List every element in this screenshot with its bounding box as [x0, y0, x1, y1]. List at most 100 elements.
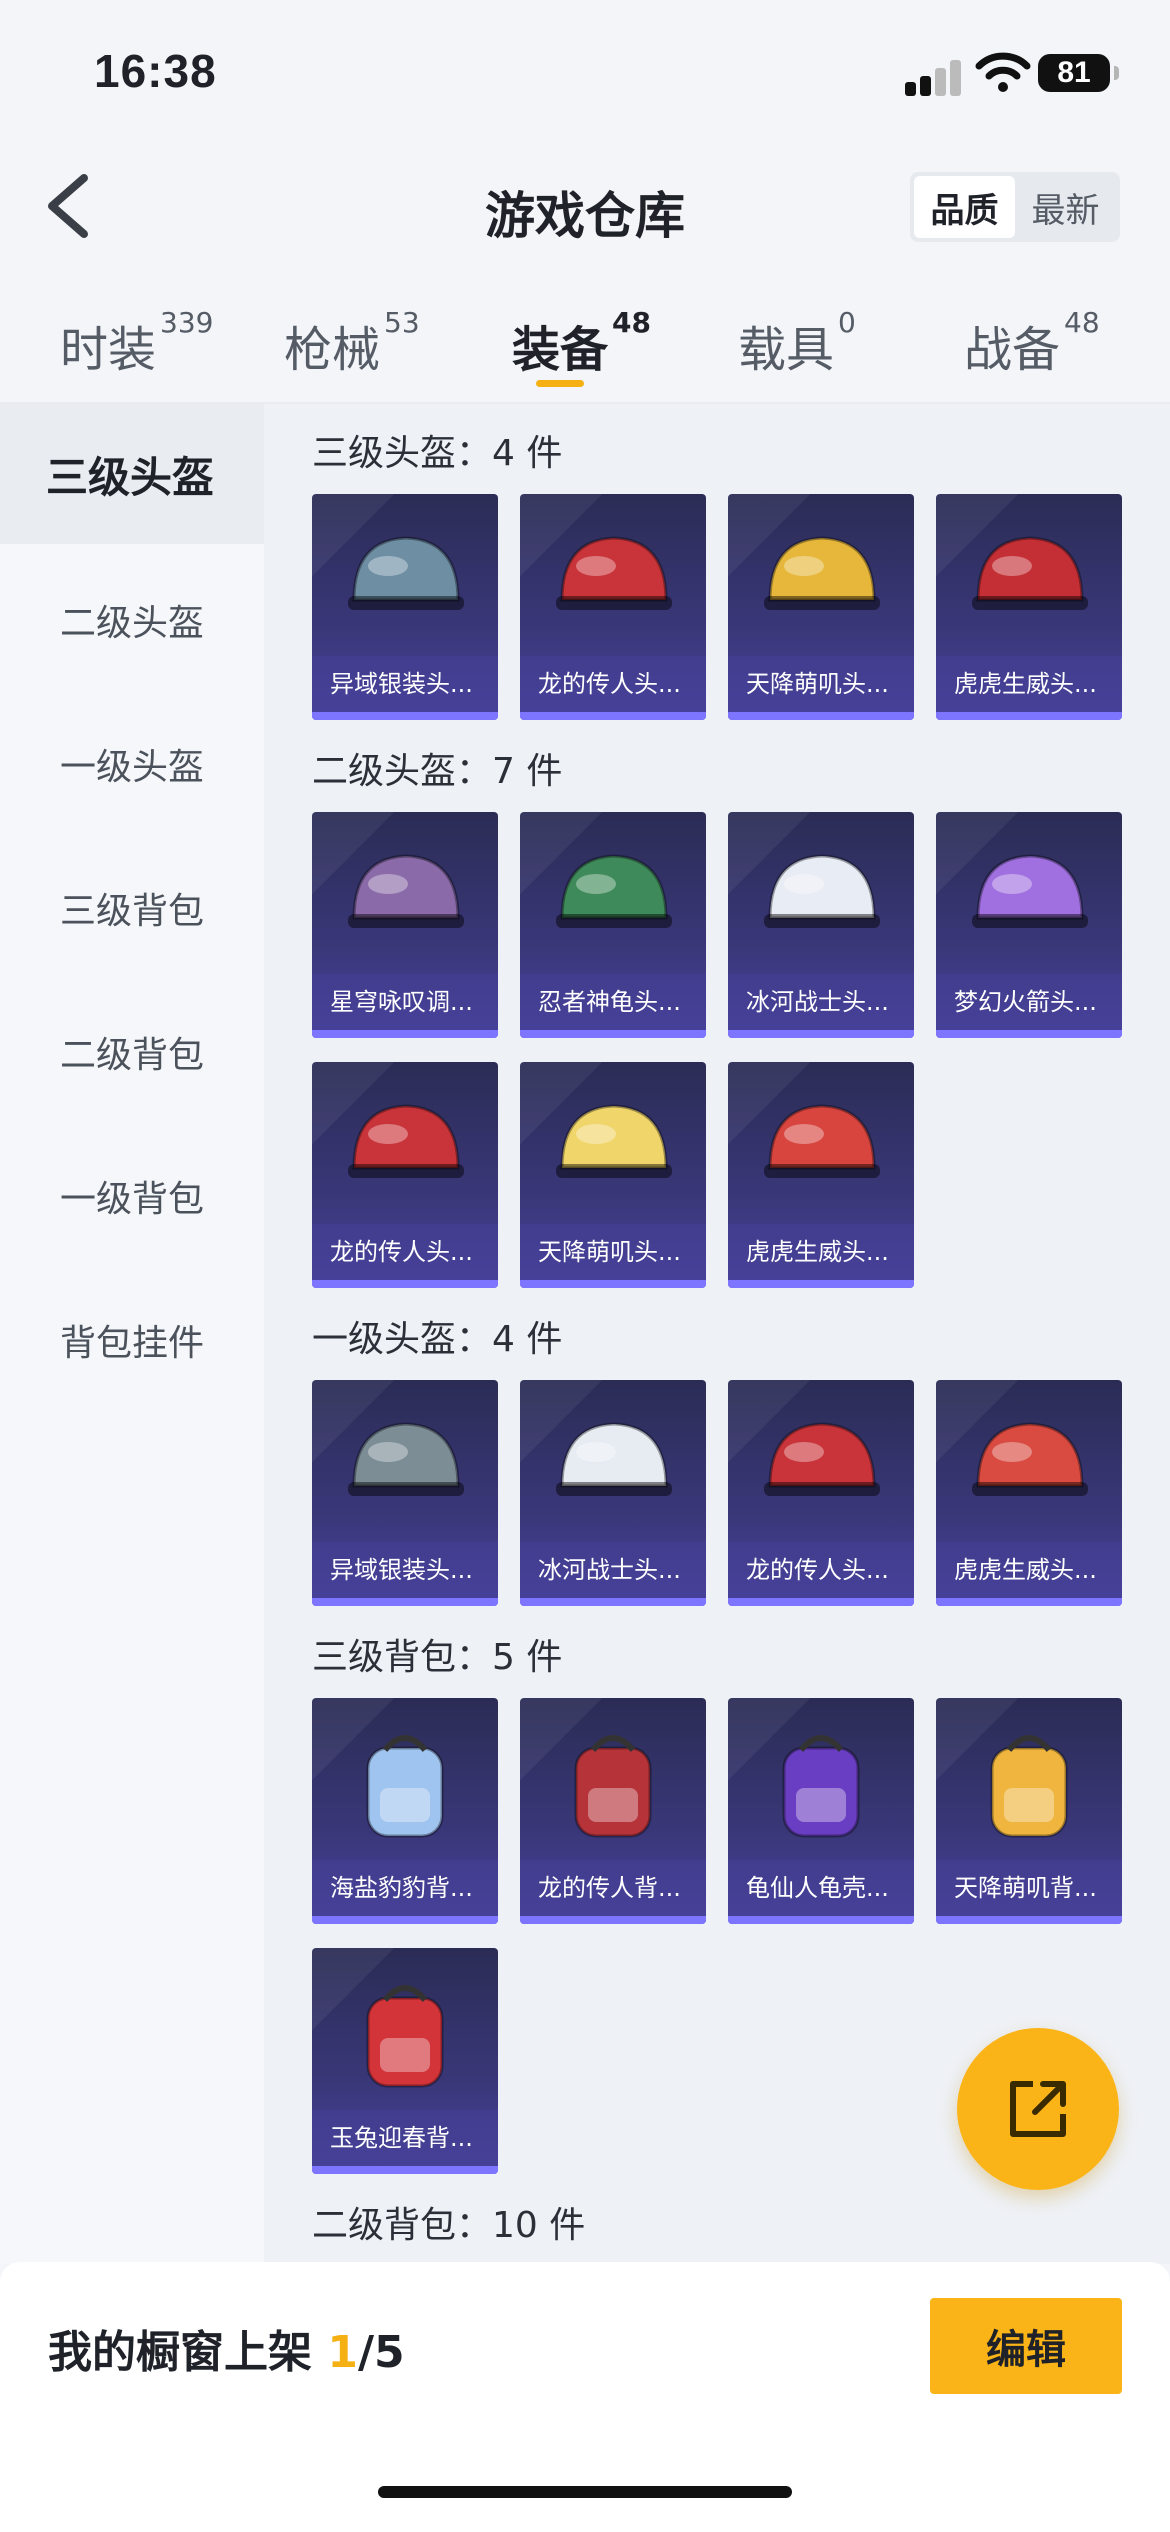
- item-card[interactable]: 龙的传人头...: [312, 1062, 498, 1288]
- item-name: 龙的传人头...: [520, 656, 706, 712]
- item-card[interactable]: 虎虎生威头...: [728, 1062, 914, 1288]
- item-name: 星穹咏叹调...: [312, 974, 498, 1030]
- rarity-bar: [728, 1030, 914, 1038]
- rarity-bar: [520, 1598, 706, 1606]
- item-card[interactable]: 虎虎生威头...: [936, 494, 1122, 720]
- battery-icon: 81: [1038, 54, 1119, 92]
- side-item-level3-helmet[interactable]: 三级头盔: [0, 404, 264, 544]
- item-card[interactable]: 冰河战士头...: [728, 812, 914, 1038]
- item-card[interactable]: 虎虎生威头...: [936, 1380, 1122, 1606]
- side-item-level1-backpack[interactable]: 一级背包: [0, 1126, 264, 1266]
- rarity-bar: [728, 712, 914, 720]
- item-name: 龙的传人头...: [312, 1224, 498, 1280]
- rarity-bar: [312, 1598, 498, 1606]
- item-card[interactable]: 梦幻火箭头...: [936, 812, 1122, 1038]
- helmet-icon: [556, 1422, 672, 1496]
- item-card[interactable]: 异域银装头...: [312, 494, 498, 720]
- rarity-bar: [520, 712, 706, 720]
- category-tabs: 时装 339 枪械 53 装备 48 载具 0 战备 48: [0, 300, 1170, 400]
- status-time: 16:38: [94, 45, 217, 97]
- item-name: 天降萌叽头...: [728, 656, 914, 712]
- item-name: 冰河战士头...: [520, 1542, 706, 1598]
- rarity-bar: [312, 712, 498, 720]
- item-card[interactable]: 异域银装头...: [312, 1380, 498, 1606]
- item-card[interactable]: 龙的传人背...: [520, 1698, 706, 1924]
- item-name: 龙的传人头...: [728, 1542, 914, 1598]
- home-indicator[interactable]: [378, 2486, 792, 2498]
- share-icon: [1010, 2081, 1066, 2137]
- rarity-bar: [312, 1280, 498, 1288]
- rarity-bar: [312, 1916, 498, 1924]
- item-name: 龟仙人龟壳...: [728, 1860, 914, 1916]
- item-grid: 三级头盔：4 件 二级头盔：7 件 一级头盔：4 件 三级背包：5 件 二级背包…: [264, 404, 1170, 2264]
- item-card[interactable]: 天降萌叽头...: [728, 494, 914, 720]
- active-tab-indicator: [536, 380, 584, 387]
- item-card[interactable]: 天降萌叽背...: [936, 1698, 1122, 1924]
- edit-button[interactable]: 编辑: [930, 2298, 1122, 2394]
- helmet-icon: [556, 536, 672, 610]
- side-item-level3-backpack[interactable]: 三级背包: [0, 838, 264, 978]
- helmet-icon: [348, 536, 464, 610]
- helmet-icon: [556, 1104, 672, 1178]
- item-name: 玉兔迎春背...: [312, 2110, 498, 2166]
- helmet-icon: [764, 536, 880, 610]
- item-name: 冰河战士头...: [728, 974, 914, 1030]
- backpack-icon: [990, 1735, 1068, 1838]
- wifi-icon: [975, 52, 1031, 92]
- item-card[interactable]: 龟仙人龟壳...: [728, 1698, 914, 1924]
- helmet-icon: [972, 536, 1088, 610]
- helmet-icon: [348, 1104, 464, 1178]
- rarity-bar: [728, 1916, 914, 1924]
- helmet-icon: [972, 1422, 1088, 1496]
- helmet-icon: [764, 854, 880, 928]
- backpack-icon: [574, 1735, 652, 1838]
- sort-toggle[interactable]: 品质 最新: [910, 172, 1120, 242]
- rarity-bar: [728, 1280, 914, 1288]
- side-menu: 三级头盔 二级头盔 一级头盔 三级背包 二级背包 一级背包 背包挂件: [0, 404, 264, 2264]
- section-title: 一级头盔：4 件: [312, 1319, 563, 1360]
- item-card[interactable]: 星穹咏叹调...: [312, 812, 498, 1038]
- helmet-icon: [348, 1422, 464, 1496]
- side-item-level1-helmet[interactable]: 一级头盔: [0, 694, 264, 834]
- section-title: 三级头盔：4 件: [312, 433, 563, 474]
- item-name: 龙的传人背...: [520, 1860, 706, 1916]
- helmet-icon: [764, 1422, 880, 1496]
- tab-fashion[interactable]: 时装 339: [60, 306, 213, 380]
- item-card[interactable]: 冰河战士头...: [520, 1380, 706, 1606]
- item-card[interactable]: 海盐豹豹背...: [312, 1698, 498, 1924]
- showcase-status: 我的橱窗上架 1/5: [48, 2327, 405, 2378]
- helmet-icon: [764, 1104, 880, 1178]
- section-title: 三级背包：5 件: [312, 1637, 563, 1678]
- tab-equipment[interactable]: 装备 48: [512, 306, 651, 380]
- item-card[interactable]: 玉兔迎春背...: [312, 1948, 498, 2174]
- side-item-backpack-charm[interactable]: 背包挂件: [0, 1270, 264, 1410]
- rarity-bar: [312, 2166, 498, 2174]
- helmet-icon: [556, 854, 672, 928]
- sort-option-latest[interactable]: 最新: [1015, 176, 1116, 238]
- tab-vehicles[interactable]: 载具 0: [738, 306, 856, 380]
- sort-option-quality[interactable]: 品质: [914, 176, 1015, 238]
- item-card[interactable]: 天降萌叽头...: [520, 1062, 706, 1288]
- item-card[interactable]: 龙的传人头...: [728, 1380, 914, 1606]
- item-name: 虎虎生威头...: [728, 1224, 914, 1280]
- rarity-bar: [520, 1280, 706, 1288]
- item-card[interactable]: 龙的传人头...: [520, 494, 706, 720]
- tab-supplies[interactable]: 战备 48: [964, 306, 1100, 380]
- rarity-bar: [520, 1030, 706, 1038]
- section-title: 二级背包：10 件: [312, 2205, 586, 2246]
- side-item-level2-helmet[interactable]: 二级头盔: [0, 550, 264, 690]
- tab-guns[interactable]: 枪械 53: [284, 306, 420, 380]
- rarity-bar: [728, 1598, 914, 1606]
- helmet-icon: [972, 854, 1088, 928]
- backpack-icon: [366, 1985, 444, 2088]
- item-card[interactable]: 忍者神龟头...: [520, 812, 706, 1038]
- side-item-level2-backpack[interactable]: 二级背包: [0, 982, 264, 1122]
- rarity-bar: [936, 1598, 1122, 1606]
- item-name: 虎虎生威头...: [936, 656, 1122, 712]
- share-button[interactable]: [957, 2028, 1119, 2190]
- rarity-bar: [936, 1916, 1122, 1924]
- item-name: 异域银装头...: [312, 656, 498, 712]
- item-name: 海盐豹豹背...: [312, 1860, 498, 1916]
- rarity-bar: [520, 1916, 706, 1924]
- rarity-bar: [312, 1030, 498, 1038]
